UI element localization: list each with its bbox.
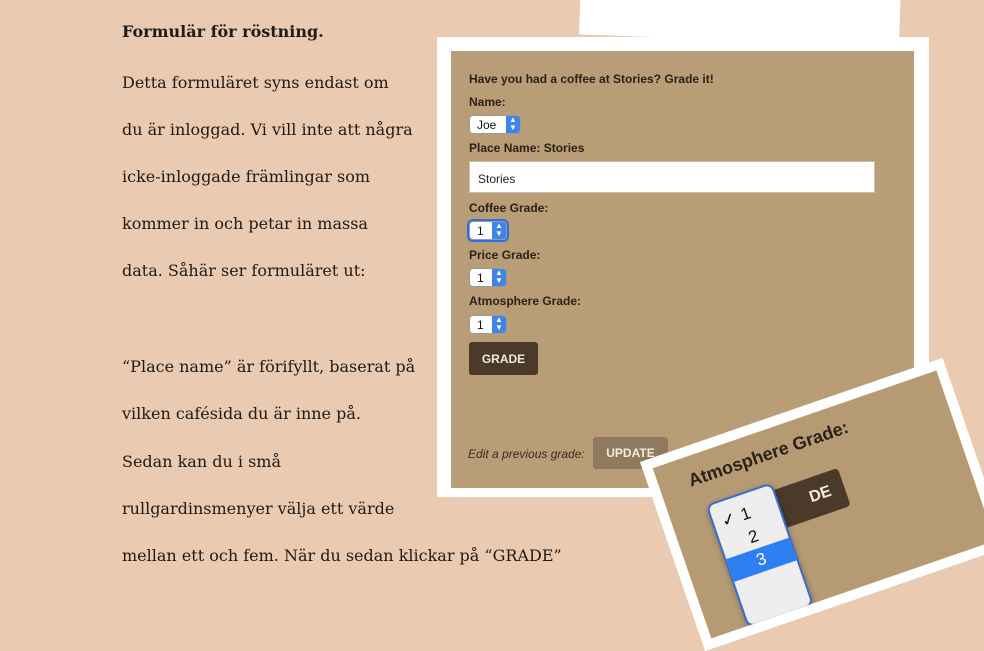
document-line: “Place name” är förifyllt, baserat på xyxy=(122,357,416,376)
document-heading: Formulär för röstning. xyxy=(122,22,324,41)
document-line: du är inloggad. Vi vill inte att några xyxy=(122,120,413,139)
name-select[interactable]: Joe ▲ ▼ xyxy=(469,115,521,134)
dropdown-option-label: 2 xyxy=(745,526,762,548)
document-line: data. Såhär ser formuläret ut: xyxy=(122,261,366,280)
dropdown-option-label: 3 xyxy=(753,548,769,570)
select-arrows-icon: ▲ ▼ xyxy=(506,116,520,133)
price-grade-select[interactable]: 1 ▲ ▼ xyxy=(469,268,507,287)
form-title: Have you had a coffee at Stories? Grade … xyxy=(469,72,714,86)
price-grade-value: 1 xyxy=(477,271,484,285)
select-arrows-icon: ▲ ▼ xyxy=(492,316,506,333)
select-arrows-icon: ▲ ▼ xyxy=(492,269,506,286)
coffee-grade-value: 1 xyxy=(477,224,484,238)
price-grade-label: Price Grade: xyxy=(469,248,541,262)
atmosphere-grade-select[interactable]: 1 ▲ ▼ xyxy=(469,315,507,334)
document-line: rullgardinsmenyer välja ett värde xyxy=(122,499,395,518)
coffee-grade-select[interactable]: 1 ▲ ▼ xyxy=(469,221,507,240)
atmosphere-grade-label: Atmosphere Grade: xyxy=(469,294,582,308)
grade-button[interactable]: GRADE xyxy=(469,342,538,375)
edit-previous-label: Edit a previous grade: xyxy=(468,447,585,461)
document-line: vilken cafésida du är inne på. xyxy=(122,404,361,423)
name-label: Name: xyxy=(469,95,506,109)
document-line: kommer in och petar in massa xyxy=(122,214,368,233)
select-arrows-icon: ▲ ▼ xyxy=(492,222,506,239)
document-line: Detta formuläret syns endast om xyxy=(122,73,389,92)
place-label: Place Name: Stories xyxy=(469,141,585,155)
coffee-grade-label: Coffee Grade: xyxy=(469,201,549,215)
document-line: mellan ett och fem. När du sedan klickar… xyxy=(122,546,562,565)
atmosphere-grade-value: 1 xyxy=(477,318,484,332)
name-select-value: Joe xyxy=(477,118,497,132)
document-line: Sedan kan du i små xyxy=(122,452,281,471)
place-name-input[interactable]: Stories xyxy=(469,161,875,193)
dropdown-option-label: 1 xyxy=(738,503,754,525)
document-line: icke-inloggade främlingar som xyxy=(122,167,370,186)
